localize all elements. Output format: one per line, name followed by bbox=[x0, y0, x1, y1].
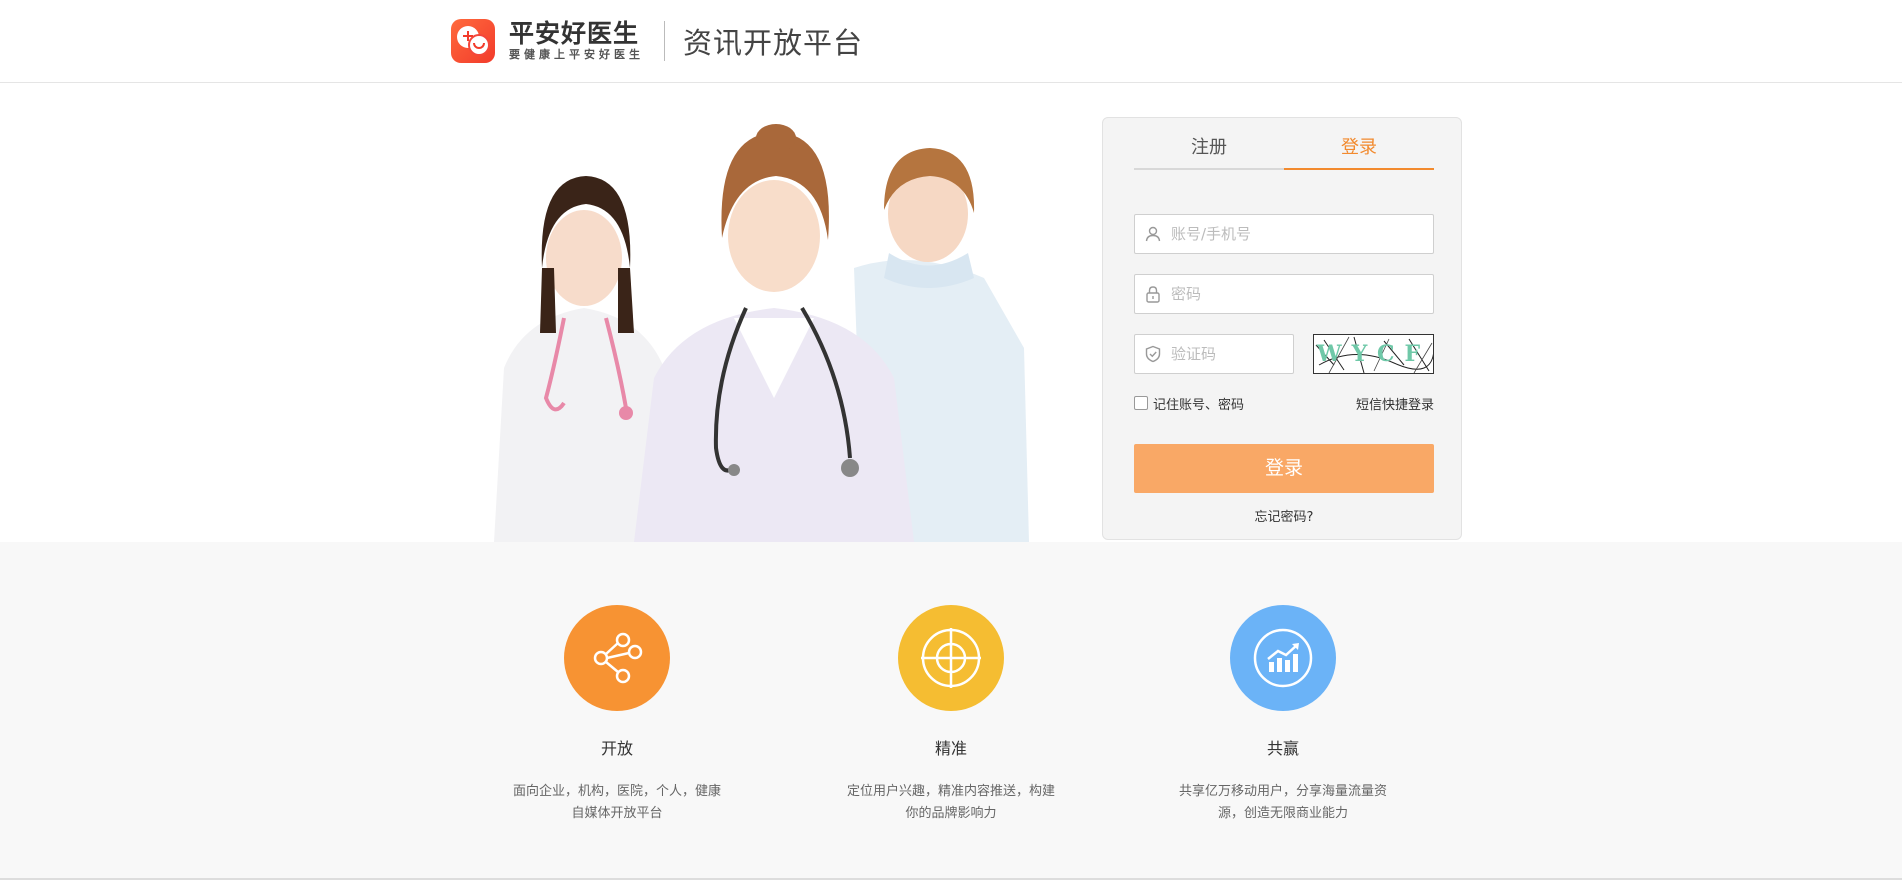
feature-desc: 面向企业，机构，医院，个人，健康自媒体开放平台 bbox=[512, 784, 721, 821]
user-icon bbox=[1135, 215, 1171, 253]
password-input[interactable] bbox=[1171, 276, 1421, 312]
logo[interactable]: 平安好医生 要健康上平安好医生 资讯开放平台 bbox=[451, 19, 863, 63]
feature-desc: 定位用户兴趣，精准内容推送，构建你的品牌影响力 bbox=[846, 784, 1055, 821]
captcha-image[interactable]: WYCF bbox=[1313, 334, 1434, 374]
captcha-text: WYCF bbox=[1316, 341, 1431, 367]
brand-slogan: 要健康上平安好医生 bbox=[509, 48, 644, 61]
feature-title: 精准 bbox=[934, 739, 967, 758]
forgot-password-link[interactable]: 忘记密码? bbox=[1134, 506, 1434, 525]
checkbox-icon[interactable] bbox=[1134, 396, 1148, 410]
login-button[interactable]: 登录 bbox=[1134, 444, 1434, 493]
feature-title: 共赢 bbox=[1266, 739, 1299, 758]
header: 平安好医生 要健康上平安好医生 资讯开放平台 bbox=[0, 0, 1902, 83]
remember-checkbox[interactable]: 记住账号、密码 bbox=[1134, 394, 1244, 413]
tab-register[interactable]: 注册 bbox=[1134, 135, 1284, 168]
captcha-input[interactable] bbox=[1171, 336, 1286, 372]
feature-win-win: 共赢 共享亿万移动用户，分享海量流量资源，创造无限商业能力 bbox=[1168, 605, 1398, 825]
captcha-field[interactable] bbox=[1134, 334, 1294, 374]
app-logo-icon bbox=[451, 19, 495, 63]
login-card: 注册 登录 WYCF 记住账号、密码 短信快捷登录 登录 忘记密 bbox=[1102, 117, 1462, 540]
account-input[interactable] bbox=[1171, 216, 1421, 252]
lock-icon bbox=[1135, 275, 1171, 313]
growth-chart-icon bbox=[1230, 605, 1336, 711]
doctors-hero-image bbox=[494, 124, 1029, 542]
shield-icon bbox=[1135, 335, 1171, 373]
brand: 平安好医生 要健康上平安好医生 bbox=[509, 20, 644, 62]
platform-title: 资讯开放平台 bbox=[683, 26, 864, 60]
target-icon bbox=[898, 605, 1004, 711]
feature-precise: 精准 定位用户兴趣，精准内容推送，构建你的品牌影响力 bbox=[836, 605, 1066, 825]
password-field[interactable] bbox=[1134, 274, 1434, 314]
account-field[interactable] bbox=[1134, 214, 1434, 254]
share-nodes-icon bbox=[564, 605, 670, 711]
brand-name: 平安好医生 bbox=[509, 19, 640, 48]
login-options: 记住账号、密码 短信快捷登录 bbox=[1134, 394, 1434, 413]
features-section: 开放 面向企业，机构，医院，个人，健康自媒体开放平台 精准 定位用户兴趣，精准内… bbox=[0, 542, 1902, 880]
header-divider bbox=[664, 21, 665, 61]
feature-title: 开放 bbox=[600, 739, 633, 758]
sms-login-link[interactable]: 短信快捷登录 bbox=[1356, 394, 1434, 413]
tab-login[interactable]: 登录 bbox=[1284, 135, 1434, 170]
auth-tabs: 注册 登录 bbox=[1134, 135, 1434, 170]
remember-label: 记住账号、密码 bbox=[1153, 397, 1245, 413]
feature-open: 开放 面向企业，机构，医院，个人，健康自媒体开放平台 bbox=[502, 605, 732, 825]
feature-desc: 共享亿万移动用户，分享海量流量资源，创造无限商业能力 bbox=[1178, 784, 1387, 821]
